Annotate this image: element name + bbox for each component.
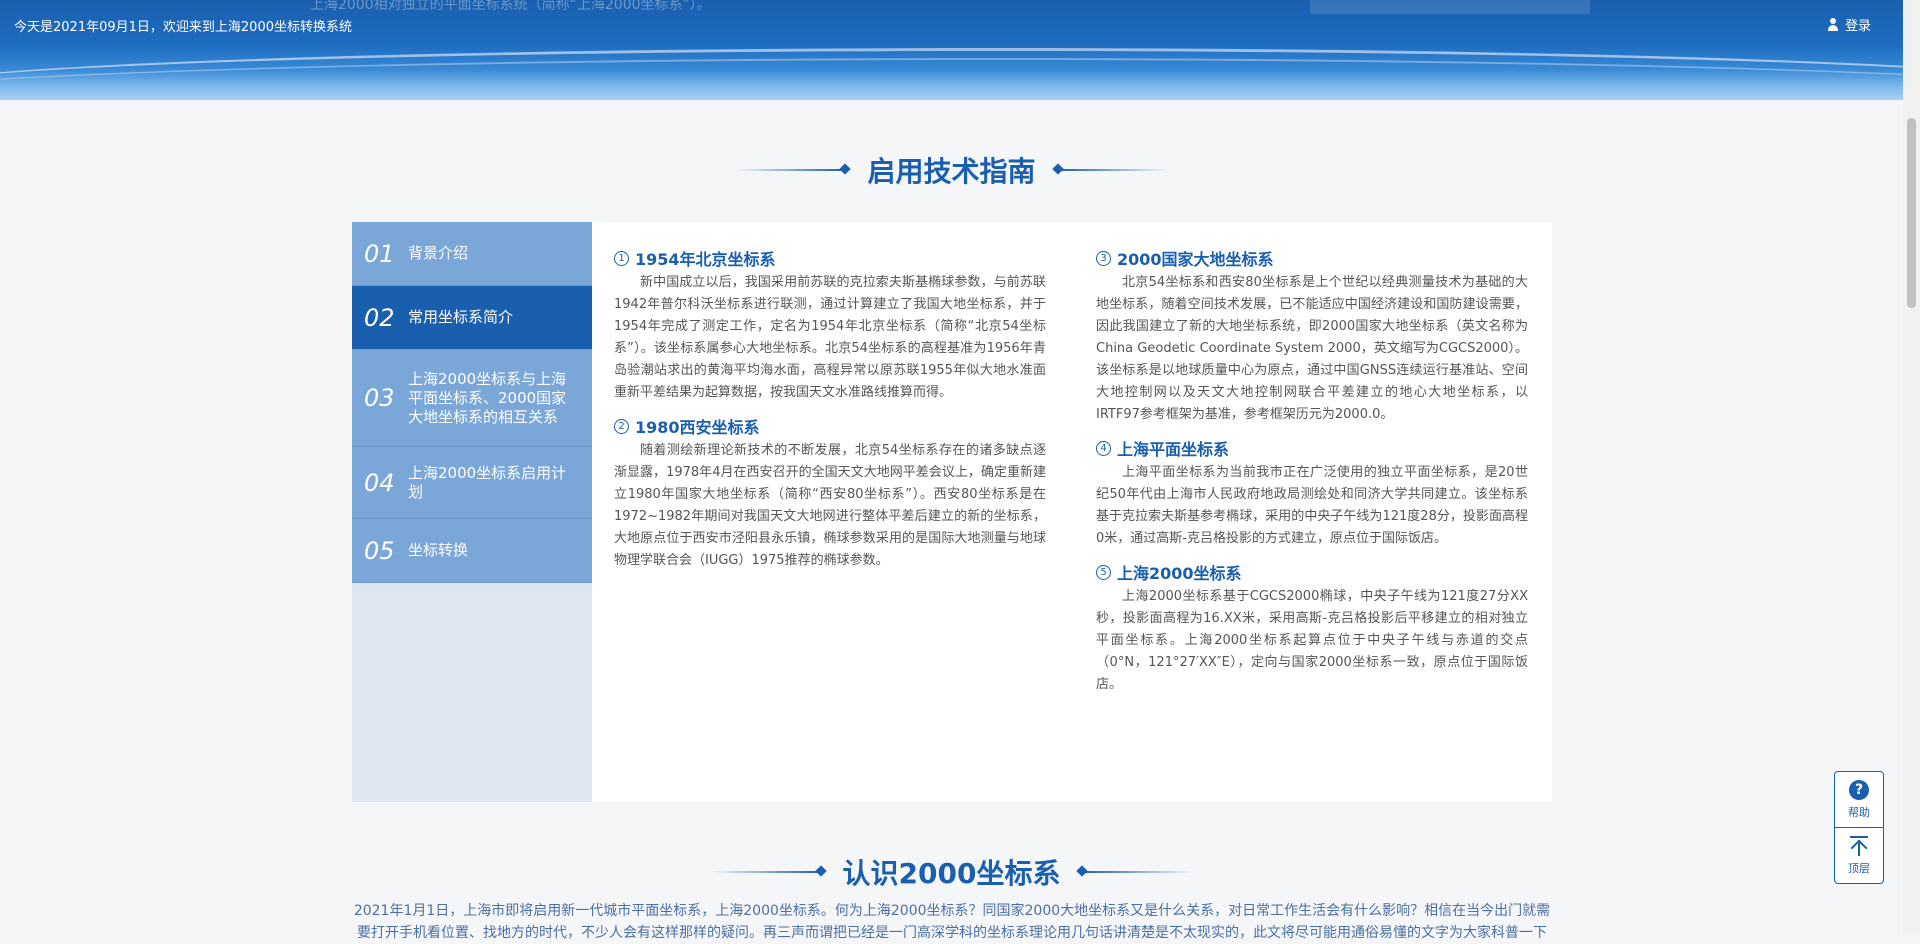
nav-label: 上海2000坐标系启用计划	[408, 463, 567, 501]
help-label: 帮助	[1848, 805, 1870, 819]
section-title-guide: 启用技术指南	[0, 150, 1903, 190]
nav-number: 04	[364, 468, 395, 497]
nav-label: 背景介绍	[408, 244, 469, 262]
article-body: 北京54坐标系和西安80坐标系是上个世纪以经典测量技术为基础的大地坐标系，随着空…	[1096, 275, 1528, 422]
circle-number: 5	[1096, 564, 1111, 580]
guide-panel: 01 背景介绍 02 常用坐标系简介 03 上海2000坐标系与上海平面坐标系、…	[352, 222, 1552, 802]
nav-label: 上海2000坐标系与上海平面坐标系、2000国家大地坐标系的相互关系	[408, 369, 567, 426]
article-body: 随着测绘新理论新技术的不断发展，北京54坐标系存在的诸多缺点逐渐显露，1978年…	[614, 443, 1046, 568]
nav-number: 02	[364, 303, 395, 332]
article-title: 4 上海平面坐标系	[1096, 436, 1528, 460]
sidebar-item-background[interactable]: 01 背景介绍	[352, 222, 592, 286]
section-title-text: 启用技术指南	[867, 155, 1036, 188]
article-title: 1 1954年北京坐标系	[614, 246, 1046, 270]
sidebar-item-relationships[interactable]: 03 上海2000坐标系与上海平面坐标系、2000国家大地坐标系的相互关系	[352, 350, 592, 447]
sidebar-item-common-systems[interactable]: 02 常用坐标系简介	[352, 286, 592, 350]
login-button[interactable]: 登录	[1827, 15, 1871, 34]
page-scrollbar[interactable]	[1903, 0, 1920, 935]
nav-label: 常用坐标系简介	[408, 308, 514, 326]
content-column-right: 3 2000国家大地坐标系 北京54坐标系和西安80坐标系是上个世纪以经典测量技术…	[1096, 246, 1528, 802]
title-decor-right	[1057, 169, 1168, 171]
nav-number: 03	[364, 384, 395, 412]
article-title: 2 1980西安坐标系	[614, 414, 1046, 438]
top-label: 顶层	[1848, 861, 1870, 875]
article-cgcs2000: 3 2000国家大地坐标系 北京54坐标系和西安80坐标系是上个世纪以经典测量技术…	[1096, 246, 1528, 426]
circle-number: 4	[1096, 440, 1111, 456]
article-xian80: 2 1980西安坐标系 随着测绘新理论新技术的不断发展，北京54坐标系存在的诸多缺…	[614, 414, 1046, 572]
nav-label: 坐标转换	[408, 541, 469, 559]
arrow-up-icon	[1850, 835, 1868, 856]
banner-ghost-text: 上海2000相对独立的平面坐标系统（简称“上海2000坐标系”）。	[310, 0, 711, 13]
article-title: 5 上海2000坐标系	[1096, 560, 1528, 584]
circle-number: 2	[614, 418, 629, 434]
circle-number: 3	[1096, 250, 1111, 266]
section-title-text: 认识2000坐标系	[842, 857, 1061, 890]
article-shanghai2000: 5 上海2000坐标系 上海2000坐标系基于CGCS2000椭球，中央子午线为1…	[1096, 560, 1528, 696]
article-title: 3 2000国家大地坐标系	[1096, 246, 1528, 270]
title-decor-left	[710, 871, 821, 873]
user-icon	[1827, 18, 1839, 31]
circle-number: 1	[614, 250, 629, 266]
nav-number: 05	[364, 536, 395, 565]
sidebar-item-conversion[interactable]: 05 坐标转换	[352, 519, 592, 583]
content-area: 1 1954年北京坐标系 新中国成立以后，我国采用前苏联的克拉索夫斯基椭球参数，与…	[592, 222, 1552, 802]
article-body: 新中国成立以后，我国采用前苏联的克拉索夫斯基椭球参数，与前苏联1942年普尔科沃…	[614, 275, 1046, 400]
sidebar-item-plan[interactable]: 04 上海2000坐标系启用计划	[352, 447, 592, 519]
floating-toolbar: ? 帮助 顶层	[1834, 771, 1884, 884]
banner-ghost-box	[1310, 0, 1590, 14]
article-beijing54: 1 1954年北京坐标系 新中国成立以后，我国采用前苏联的克拉索夫斯基椭球参数，与…	[614, 246, 1046, 404]
title-decor-right	[1082, 871, 1193, 873]
article-shanghai-plane: 4 上海平面坐标系 上海平面坐标系为当前我市正在广泛使用的独立平面坐标系，是20世…	[1096, 436, 1528, 550]
intro-paragraph: 2021年1月1日，上海市即将启用新一代城市平面坐标系，上海2000坐标系。何为…	[353, 903, 1551, 941]
help-button[interactable]: ? 帮助	[1835, 772, 1883, 827]
article-body: 上海2000坐标系基于CGCS2000椭球，中央子午线为121度27分XX秒，投…	[1096, 589, 1528, 692]
content-column-left: 1 1954年北京坐标系 新中国成立以后，我国采用前苏联的克拉索夫斯基椭球参数，与…	[614, 246, 1046, 802]
nav-number: 01	[364, 239, 395, 268]
article-body: 上海平面坐标系为当前我市正在广泛使用的独立平面坐标系，是20世纪50年代由上海市…	[1096, 465, 1528, 546]
banner-glow	[0, 70, 1903, 100]
welcome-text: 今天是2021年09月1日，欢迎来到上海2000坐标转换系统	[14, 20, 352, 35]
login-label: 登录	[1844, 19, 1871, 34]
back-to-top-button[interactable]: 顶层	[1835, 827, 1883, 883]
scrollbar-thumb[interactable]	[1907, 118, 1916, 308]
header-banner: 上海2000相对独立的平面坐标系统（简称“上海2000坐标系”）。 今天是202…	[0, 0, 1903, 100]
help-icon: ?	[1849, 779, 1869, 800]
title-decor-left	[735, 169, 846, 171]
section-title-intro: 认识2000坐标系	[0, 852, 1903, 892]
sidebar-nav: 01 背景介绍 02 常用坐标系简介 03 上海2000坐标系与上海平面坐标系、…	[352, 222, 592, 802]
